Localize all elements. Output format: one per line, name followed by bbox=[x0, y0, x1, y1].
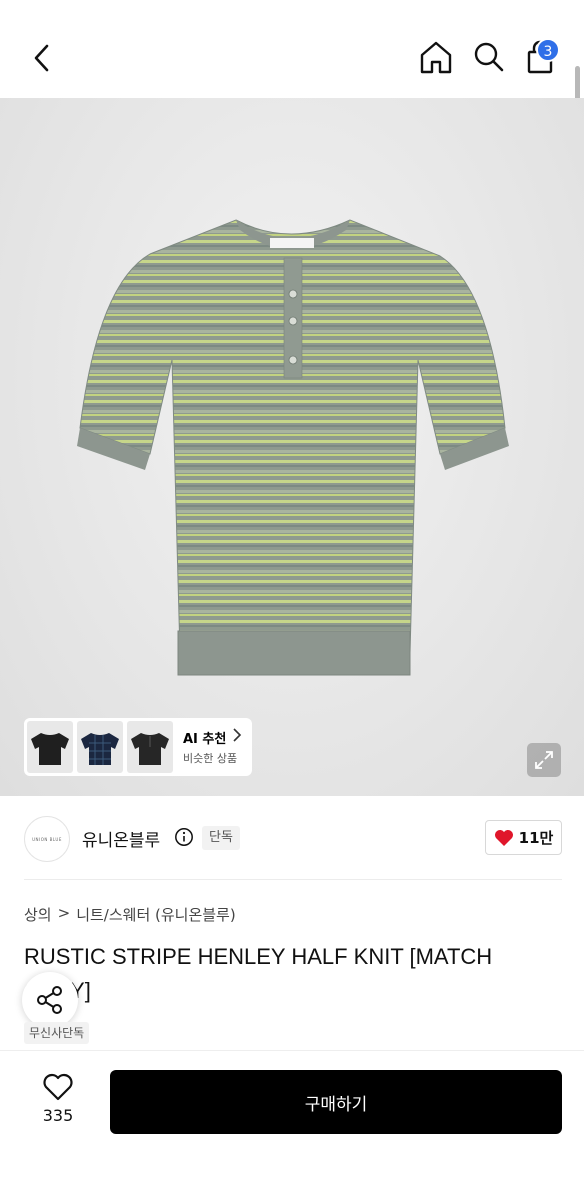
ai-recommend-subtitle: 비슷한 상품 bbox=[183, 752, 238, 765]
brand-logo-text: UNION BLUE bbox=[32, 836, 62, 842]
heart-filled-icon bbox=[494, 829, 513, 846]
breadcrumb-separator: > bbox=[57, 904, 71, 922]
top-navigation-bar: 3 bbox=[0, 0, 584, 98]
recommended-product-thumbnail[interactable] bbox=[127, 721, 173, 773]
share-icon bbox=[37, 986, 62, 1014]
ai-recommendation-label[interactable]: AI 추천 비슷한 상품 bbox=[183, 728, 237, 766]
brand-like-button[interactable]: 11만 bbox=[485, 820, 562, 855]
breadcrumb-subcategory[interactable]: 니트/스웨터 (유니온블루) bbox=[76, 904, 236, 925]
black-henley-icon bbox=[131, 733, 169, 765]
black-tee-icon bbox=[31, 733, 69, 765]
home-icon[interactable] bbox=[418, 38, 454, 76]
chevron-right-icon bbox=[233, 728, 242, 742]
musinsa-exclusive-badge: 무신사단독 bbox=[24, 1022, 90, 1044]
back-arrow-icon[interactable] bbox=[28, 40, 56, 76]
wishlist-count: 335 bbox=[42, 1106, 74, 1125]
info-icon[interactable] bbox=[174, 827, 194, 847]
brand-name[interactable]: 유니온블루 bbox=[82, 826, 160, 851]
search-icon[interactable] bbox=[470, 38, 506, 76]
section-divider bbox=[24, 879, 562, 880]
breadcrumb: 상의 > 니트/스웨터 (유니온블루) bbox=[24, 904, 236, 925]
navy-check-tee-icon bbox=[81, 733, 119, 765]
cart-count-badge: 3 bbox=[536, 38, 560, 62]
ai-recommendation-strip[interactable]: AI 추천 비슷한 상품 bbox=[24, 718, 252, 776]
exclusive-badge: 단독 bbox=[202, 826, 240, 850]
heart-outline-icon bbox=[43, 1073, 73, 1101]
expand-icon bbox=[535, 751, 553, 769]
recommended-product-thumbnail[interactable] bbox=[27, 721, 73, 773]
breadcrumb-category[interactable]: 상의 bbox=[24, 904, 52, 925]
brand-like-count: 11만 bbox=[518, 829, 554, 847]
buy-button[interactable]: 구매하기 bbox=[110, 1070, 562, 1134]
brand-logo[interactable]: UNION BLUE bbox=[24, 816, 70, 862]
ai-recommend-title: AI 추천 bbox=[183, 732, 227, 747]
recommended-product-thumbnail[interactable] bbox=[77, 721, 123, 773]
fullscreen-button[interactable] bbox=[527, 743, 561, 777]
product-image-gallery[interactable] bbox=[0, 98, 584, 796]
share-button[interactable] bbox=[22, 972, 78, 1028]
product-title: RUSTIC STRIPE HENLEY HALF KNIT [MATCH GR… bbox=[24, 944, 493, 1003]
product-image bbox=[77, 219, 509, 676]
